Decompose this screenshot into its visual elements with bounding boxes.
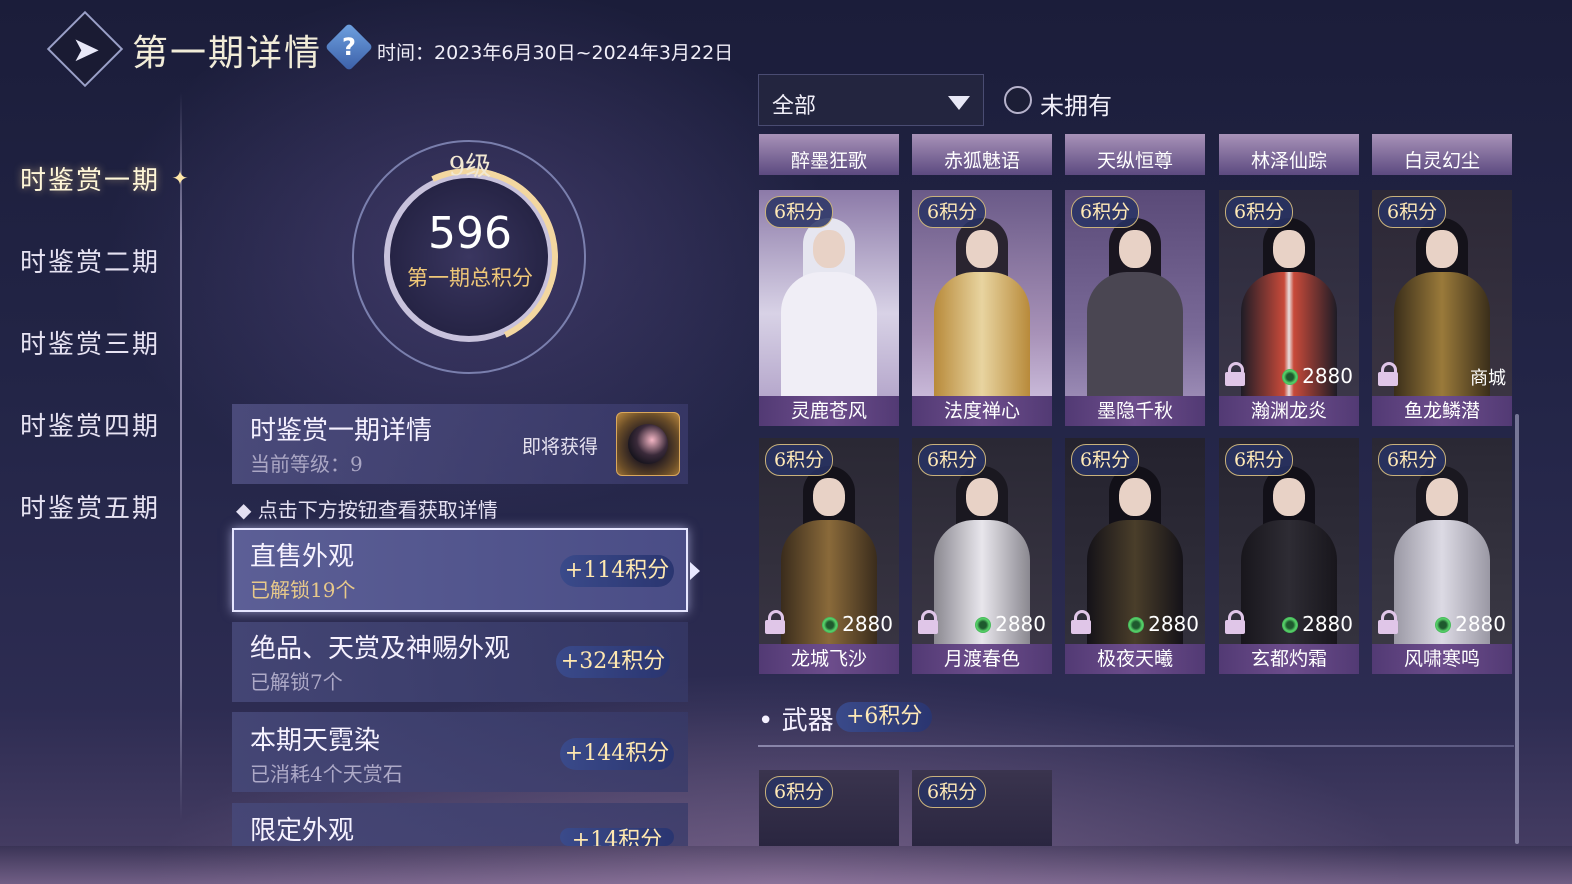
upcoming-reward-label: 即将获得 [522,436,599,458]
outfit-card[interactable]: 6积分 商城 鱼龙鳞潜 [1372,190,1512,426]
category-title: 本期天霓染 [250,726,381,756]
page-title: 第一期详情 [132,33,323,74]
category-points: +144积分 [560,738,674,770]
unowned-label[interactable]: 未拥有 [1040,86,1112,121]
outfit-card[interactable]: 6积分 2880 极夜天曦 [1065,438,1205,674]
lock-icon [1378,610,1398,634]
outfit-card[interactable]: 6积分 2880 风啸寒鸣 [1372,438,1512,674]
shop-label: 商城 [1470,368,1506,389]
chevron-down-icon [948,96,970,110]
lock-icon [1225,362,1245,386]
lock-icon [1225,610,1245,634]
question-icon[interactable]: ? [332,30,366,64]
category-sub: 已解锁19个 [250,578,356,602]
price-label: 2880 [1282,612,1353,636]
section-divider [758,745,1514,747]
category-points: +14积分 [560,828,674,846]
outfit-card[interactable]: 6积分 法度禅心 [912,190,1052,426]
category-title: 限定外观 [250,816,355,846]
price-label: 2880 [822,612,893,636]
outfit-name: 极夜天曦 [1065,644,1205,674]
weapon-section-title: • 武器 [758,706,834,736]
total-score-label: 第一期总积分 [407,266,533,290]
category-title: 绝品、天赏及神赐外观 [250,634,511,664]
jade-currency-icon [1282,369,1299,385]
jade-currency-icon [1435,617,1452,633]
lock-icon [918,610,938,634]
weapon-section-points: +6积分 [836,702,933,732]
points-badge: 6积分 [1378,444,1447,476]
category-sub: 已解锁7个 [250,670,343,694]
points-badge: 6积分 [1378,196,1447,228]
outfit-card[interactable]: 6积分 2880 龙城飞沙 [759,438,899,674]
filter-value: 全部 [772,94,817,119]
nav-item-period-5[interactable]: 时鉴赏五期 [20,488,160,525]
outfit-name: 林泽仙踪 [1250,150,1327,172]
nav-item-period-1[interactable]: 时鉴赏一期 [20,160,160,197]
category-points: +324积分 [556,646,670,678]
points-badge: 6积分 [1225,444,1294,476]
outfit-name: 鱼龙鳞潜 [1372,396,1512,426]
level-label: 9级 [448,152,492,182]
unowned-radio[interactable] [1004,86,1032,114]
outfit-name: 墨隐千秋 [1065,396,1205,426]
points-badge: 6积分 [918,196,987,228]
current-level: 当前等级：9 [250,452,363,476]
lock-icon [765,610,785,634]
outfit-card[interactable]: 6积分 墨隐千秋 [1065,190,1205,426]
points-badge: 6积分 [765,444,834,476]
scrollbar[interactable] [1515,414,1519,844]
jade-currency-icon [822,617,839,633]
weapon-card[interactable]: 6积分 [759,770,899,846]
outfit-name: 法度禅心 [912,396,1052,426]
outfit-name: 玄都灼霜 [1219,644,1359,674]
outfit-name: 赤狐魅语 [943,150,1020,172]
outfit-name: 灵鹿苍风 [759,396,899,426]
jade-currency-icon [975,617,992,633]
price-label: 2880 [1435,612,1506,636]
outfit-name: 风啸寒鸣 [1372,644,1512,674]
outfit-card[interactable]: 6积分 2880 瀚渊龙炎 [1219,190,1359,426]
jade-currency-icon [1128,617,1145,633]
nav-item-period-4[interactable]: 时鉴赏四期 [20,406,160,443]
points-badge: 6积分 [765,776,834,808]
outfit-name: 天纵恒尊 [1096,150,1173,172]
nav-divider [180,92,182,820]
period-detail-title: 时鉴赏一期详情 [250,416,433,446]
outfit-name: 月渡春色 [912,644,1052,674]
outfit-name: 醉墨狂歌 [790,150,867,172]
points-badge: 6积分 [918,444,987,476]
sparkle-icon: ✦ [171,166,189,190]
price-label: 2880 [1282,364,1353,388]
jade-currency-icon [1282,617,1299,633]
outfit-name: 龙城飞沙 [759,644,899,674]
points-badge: 6积分 [918,776,987,808]
hint-text: ◆ 点击下方按钮查看获取详情 [236,498,498,522]
price-label: 2880 [975,612,1046,636]
period-time: 时间：2023年6月30日~2024年3月22日 [377,42,734,64]
bottom-decoration [0,846,1572,884]
reward-orb-icon [628,424,668,464]
points-badge: 6积分 [1071,444,1140,476]
category-points: +114积分 [560,555,674,587]
nav-item-period-3[interactable]: 时鉴赏三期 [20,324,160,361]
outfit-name: 瀚渊龙炎 [1219,396,1359,426]
category-sub: 已消耗4个天赏石 [250,762,403,786]
category-title: 直售外观 [250,542,355,572]
points-badge: 6积分 [1225,196,1294,228]
points-badge: 6积分 [765,196,834,228]
outfit-name: 白灵幻尘 [1403,150,1480,172]
outfit-card[interactable]: 6积分 灵鹿苍风 [759,190,899,426]
price-label: 2880 [1128,612,1199,636]
outfit-card[interactable]: 6积分 2880 玄都灼霜 [1219,438,1359,674]
back-arrow-icon[interactable]: ➤ [64,30,108,70]
lock-icon [1378,362,1398,386]
total-score: 596 [428,208,512,259]
lock-icon [1071,610,1091,634]
weapon-card[interactable]: 6积分 [912,770,1052,846]
outfit-card[interactable]: 6积分 2880 月渡春色 [912,438,1052,674]
points-badge: 6积分 [1071,196,1140,228]
selected-arrow-icon [690,562,700,580]
nav-item-period-2[interactable]: 时鉴赏二期 [20,242,160,279]
